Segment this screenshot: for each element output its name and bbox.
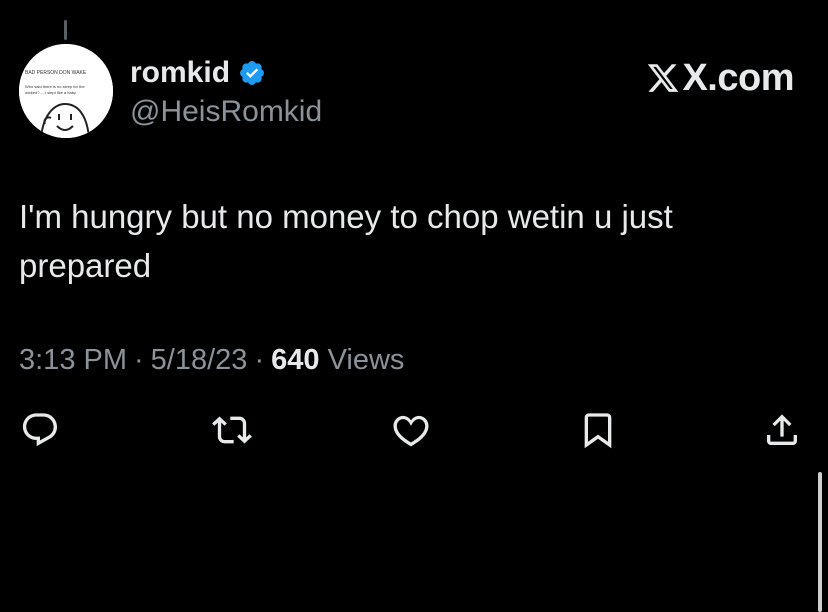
bookmark-icon <box>584 413 612 449</box>
share-button[interactable] <box>758 406 806 454</box>
author-display-name[interactable]: romkid <box>130 56 230 90</box>
verified-badge-icon <box>240 61 264 85</box>
tweet-action-bar <box>0 406 828 456</box>
thread-connector-line <box>64 20 67 40</box>
views-count[interactable]: 640 <box>271 344 319 376</box>
heart-icon <box>393 415 429 447</box>
author-handle[interactable]: @HeisRomkid <box>130 94 322 130</box>
retweet-button[interactable] <box>208 406 256 454</box>
x-logo-icon <box>648 64 679 92</box>
scrollbar[interactable] <box>818 472 822 612</box>
brand-watermark: X.com <box>646 58 794 98</box>
views-label[interactable]: Views <box>328 344 405 376</box>
tweet-time[interactable]: 3:13 PM <box>19 344 127 376</box>
reply-button[interactable] <box>16 406 64 454</box>
avatar-caption-line-2: wicked?.....I slept like a baby <box>25 90 76 95</box>
share-icon <box>767 414 797 445</box>
bookmark-button[interactable] <box>574 406 622 454</box>
brand-text: X.com <box>682 57 794 99</box>
meta-separator: · <box>254 344 265 376</box>
meta-separator: · <box>134 344 144 376</box>
avatar-caption-line-1: Who said there is no sleep for the <box>25 84 85 89</box>
tweet-date[interactable]: 5/18/23 <box>151 344 248 376</box>
like-button[interactable] <box>387 406 435 454</box>
retweet-icon <box>212 416 252 444</box>
avatar-meme-image: BAD PERSON DON WAKE Who said there is no… <box>19 44 113 138</box>
tweet-text: I'm hungry but no money to chop wetin u … <box>19 198 673 284</box>
author-name-row[interactable]: romkid <box>130 56 266 90</box>
avatar-caption-title: BAD PERSON DON WAKE <box>25 70 87 76</box>
reply-icon <box>22 413 58 447</box>
avatar[interactable]: BAD PERSON DON WAKE Who said there is no… <box>19 44 113 138</box>
tweet-meta: 3:13 PM · 5/18/23 · 640 Views <box>19 340 404 380</box>
